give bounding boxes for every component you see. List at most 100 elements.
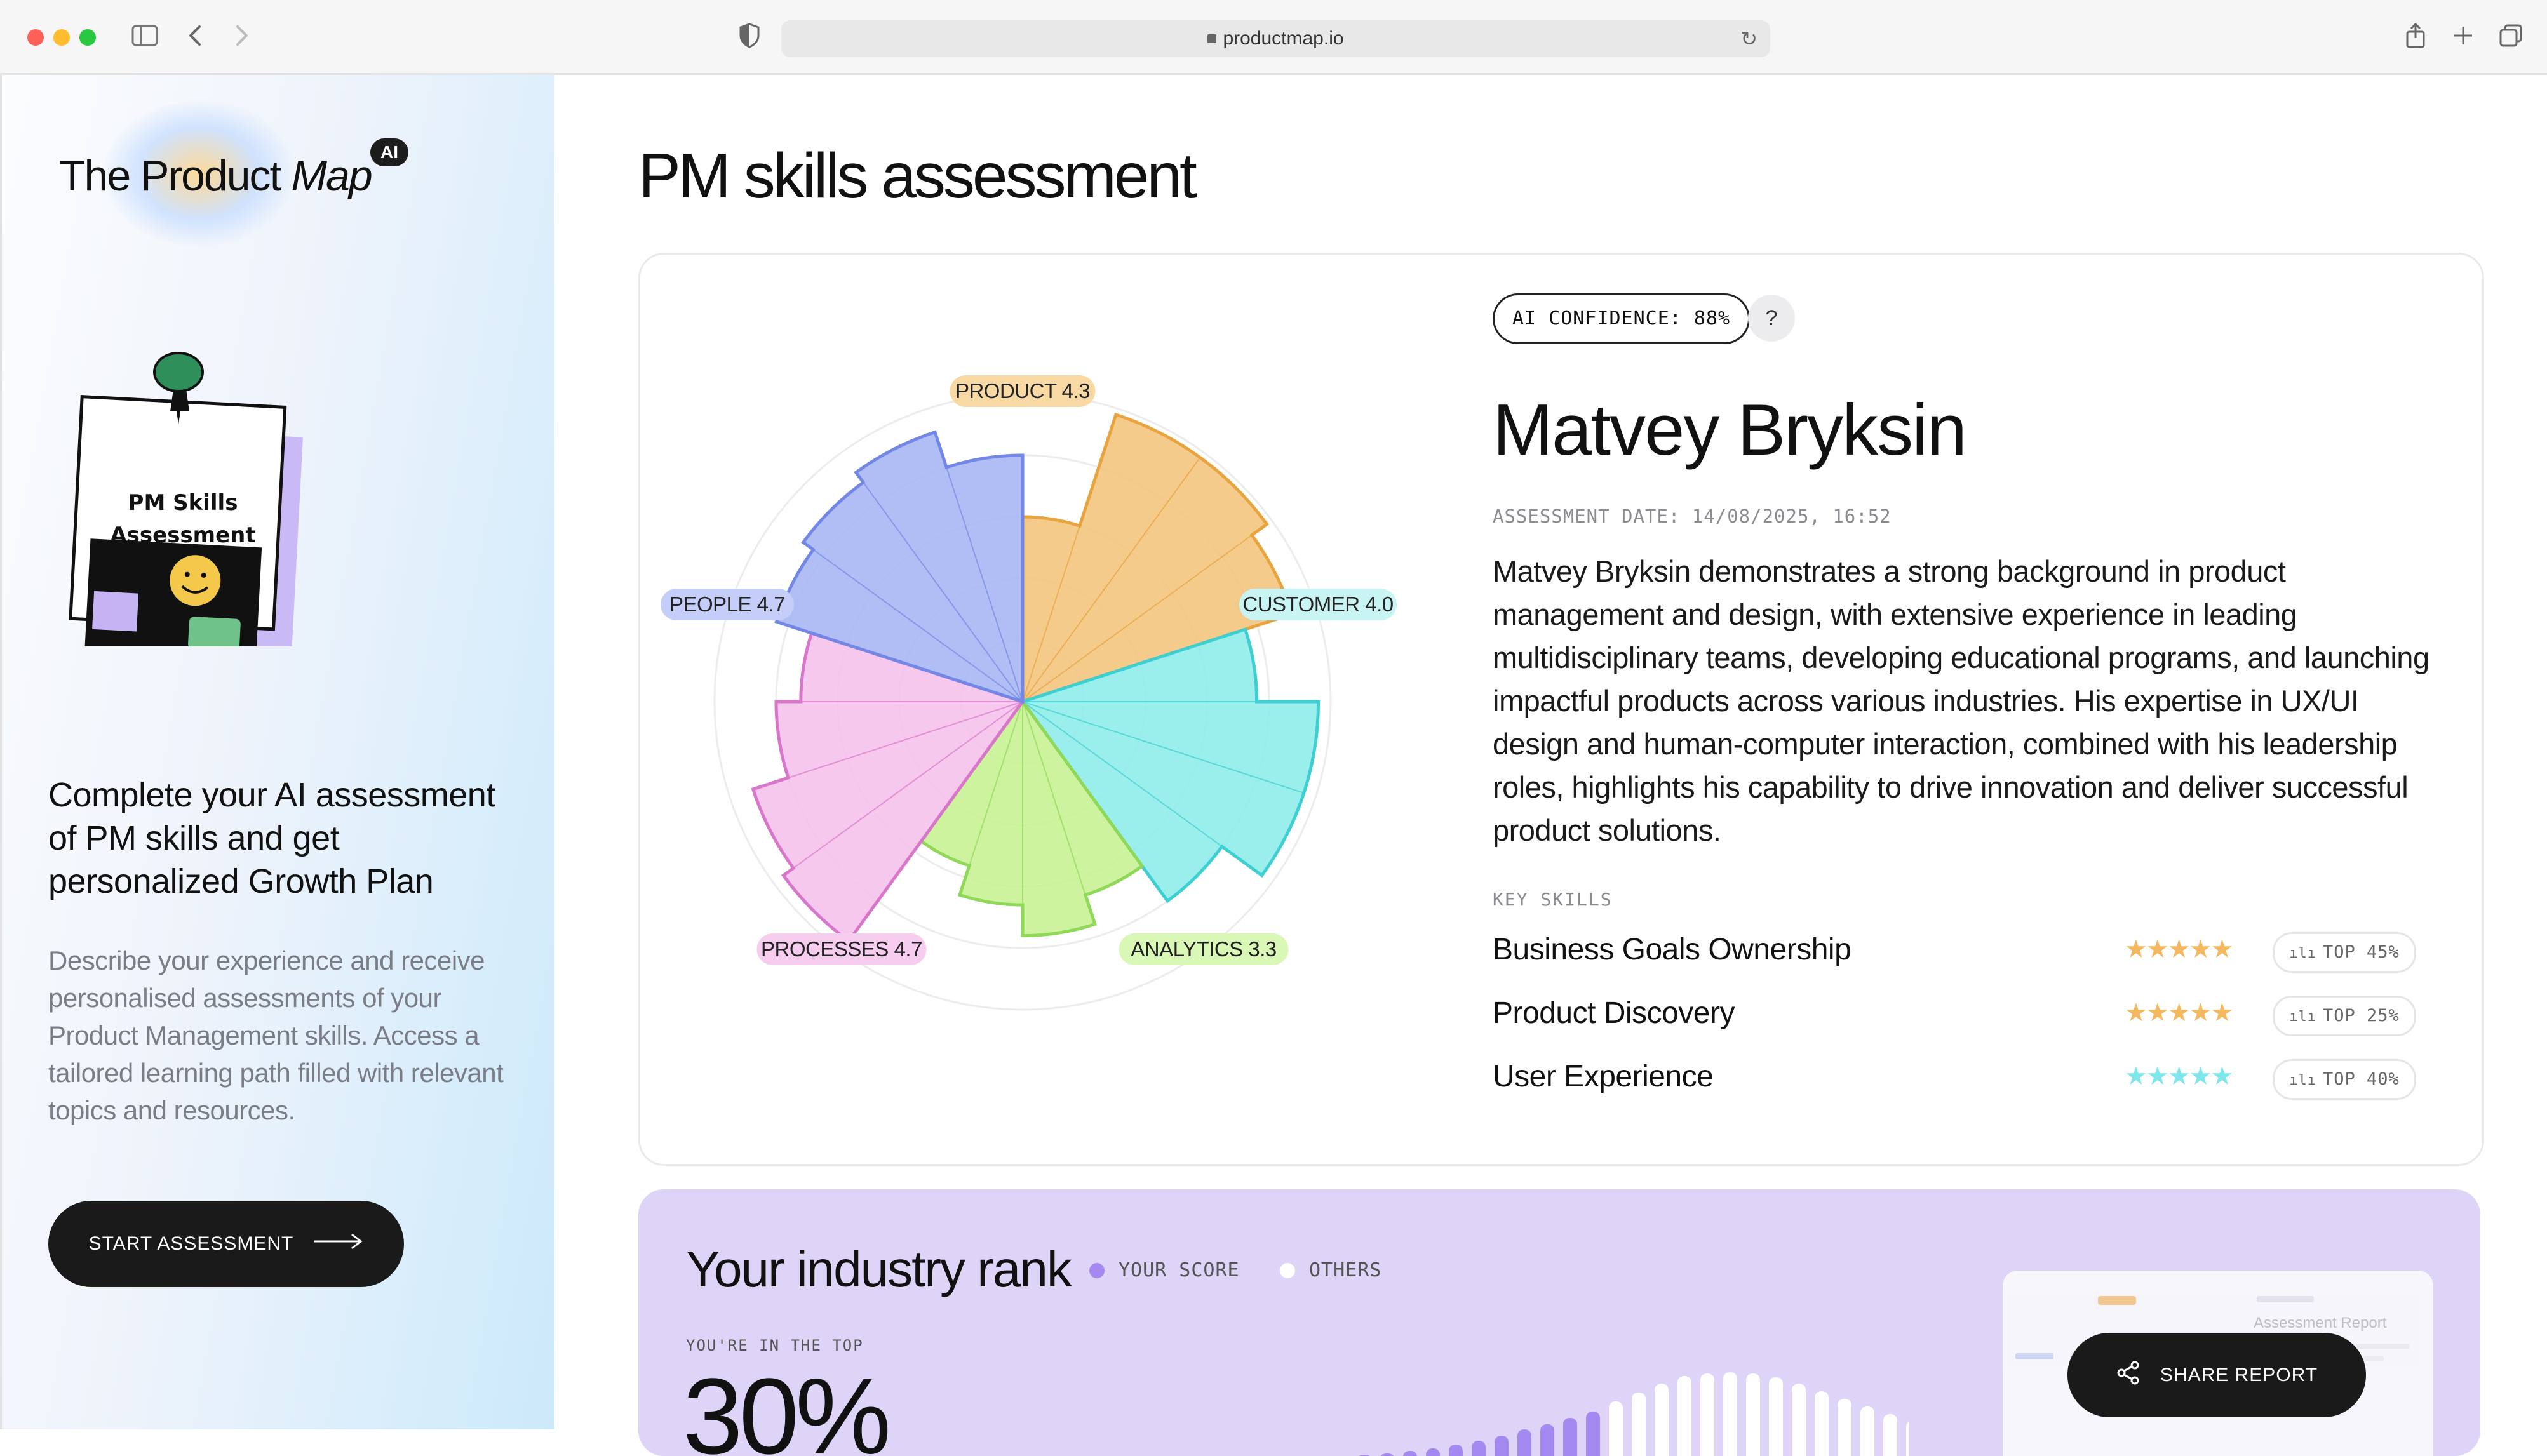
arrow-right-icon (312, 1232, 363, 1256)
rank-top-percent: 30% (683, 1356, 891, 1456)
ai-confidence-badge: AI CONFIDENCE: 88% (1493, 293, 1751, 344)
top-percent-label: TOP 25% (2322, 1006, 2400, 1025)
star-rating: ★★★★★ (2125, 999, 2233, 1027)
sidebar-toggle-icon[interactable] (129, 22, 161, 53)
legend-others-label: OTHERS (1309, 1259, 1382, 1281)
key-skill-row: Business Goals Ownership ★★★★★ ılı TOP 45… (1493, 926, 2420, 977)
sidebar: The Product Map AI PM Skills Assessment (0, 75, 554, 1429)
legend-dot-others (1280, 1263, 1295, 1278)
rank-bar (1723, 1372, 1737, 1456)
bar-chart-icon: ılı (2289, 1072, 2316, 1088)
rank-bar (1632, 1393, 1646, 1456)
rank-bar (1609, 1401, 1623, 1456)
rank-bar (1883, 1414, 1897, 1456)
rank-bar (1815, 1391, 1829, 1456)
share-report-label: SHARE REPORT (2160, 1364, 2318, 1386)
rank-bar (1769, 1377, 1783, 1456)
browser-toolbar: productmap.io ↻ (0, 0, 2547, 75)
radar-category-label: PEOPLE 4.7 (661, 589, 794, 620)
pm-skills-illustration: PM Skills Assessment (62, 342, 316, 662)
new-tab-icon[interactable] (2447, 22, 2479, 53)
close-window-button[interactable] (27, 29, 44, 46)
rank-bar (1449, 1445, 1463, 1456)
minimize-window-button[interactable] (53, 29, 70, 46)
legend-dot-your-score (1089, 1263, 1105, 1278)
rank-bar (1586, 1412, 1600, 1456)
bar-chart-icon: ılı (2289, 945, 2316, 961)
key-skill-row: User Experience ★★★★★ ılı TOP 40% (1493, 1053, 2420, 1104)
radar-label-text: PROCESSES 4.7 (761, 937, 922, 961)
radar-category-label: ANALYTICS 3.3 (1119, 933, 1289, 965)
person-name: Matvey Bryksin (1493, 390, 1967, 471)
top-percent-pill[interactable]: ılı TOP 25% (2273, 996, 2416, 1036)
key-skill-name: User Experience (1493, 1060, 1714, 1093)
rank-bar (1792, 1384, 1806, 1456)
rank-bar (1838, 1399, 1851, 1456)
assessment-summary: Matvey Bryksin demonstrates a strong bac… (1493, 554, 2429, 847)
radar-category-label: PROCESSES 4.7 (756, 933, 927, 965)
rank-bar (1426, 1448, 1440, 1456)
legend-your-score-label: YOUR SCORE (1119, 1259, 1240, 1281)
illustration-title-line1: PM Skills (128, 490, 238, 516)
radar-label-text: PEOPLE 4.7 (669, 592, 785, 616)
mini-report-title: Assessment Report (2254, 1314, 2387, 1332)
key-skill-row: Product Discovery ★★★★★ ılı TOP 25% (1493, 989, 2420, 1040)
key-skill-name: Product Discovery (1493, 996, 1735, 1030)
rank-bar (1403, 1451, 1417, 1456)
rank-bar (1860, 1406, 1874, 1456)
rank-bar (1380, 1453, 1394, 1456)
share-nodes-icon (2116, 1360, 2141, 1391)
rank-bar (1906, 1422, 1909, 1456)
star-rating: ★★★★★ (2125, 1062, 2233, 1090)
rank-bar (1495, 1436, 1509, 1456)
logo[interactable]: The Product Map (59, 151, 373, 201)
industry-rank-title: Your industry rank (686, 1241, 1072, 1297)
help-button[interactable]: ? (1748, 295, 1795, 342)
bar-chart-icon: ılı (2289, 1009, 2316, 1025)
radar-label-text: CUSTOMER 4.0 (1242, 592, 1393, 616)
share-report-button[interactable]: SHARE REPORT (2067, 1333, 2366, 1417)
rank-bar (1677, 1376, 1691, 1456)
lock-icon (1207, 34, 1217, 43)
page-title: PM skills assessment (638, 140, 1197, 211)
tab-overview-icon[interactable] (2495, 22, 2527, 53)
rank-distribution-bars (1359, 1372, 1909, 1456)
rank-bar (1700, 1373, 1714, 1456)
sidebar-headline: Complete your AI assessment of PM skills… (48, 776, 495, 900)
share-icon[interactable] (2400, 22, 2431, 53)
star-rating: ★★★★★ (2125, 935, 2233, 963)
key-skill-name: Business Goals Ownership (1493, 933, 1851, 966)
rank-bar (1746, 1373, 1760, 1456)
legend-your-score: YOUR SCORE (1089, 1259, 1240, 1281)
rank-bar (1517, 1429, 1531, 1456)
logo-map: Map (291, 152, 372, 200)
legend-others: OTHERS (1280, 1259, 1381, 1281)
reload-icon[interactable]: ↻ (1740, 27, 1757, 51)
logo-product: Product (140, 152, 281, 200)
key-skills-label: KEY SKILLS (1493, 889, 1613, 910)
radar-svg: PRODUCT 4.3 CUSTOMER 4.0 ANALYTICS 3.3 PROC… (661, 375, 1397, 1011)
zoom-window-button[interactable] (79, 29, 96, 46)
top-percent-pill[interactable]: ılı TOP 40% (2273, 1059, 2416, 1100)
radar-label-text: PRODUCT 4.3 (955, 379, 1090, 403)
logo-the: The (59, 152, 131, 200)
sidebar-description: Describe your experience and receive per… (48, 945, 504, 1125)
url-text: productmap.io (1223, 28, 1344, 49)
top-percent-label: TOP 45% (2322, 942, 2400, 962)
top-percent-label: TOP 40% (2322, 1069, 2400, 1089)
radar-category-label: CUSTOMER 4.0 (1239, 589, 1397, 620)
rank-bar (1655, 1384, 1669, 1456)
forward-icon[interactable] (225, 22, 257, 53)
radar-category-label: PRODUCT 4.3 (950, 375, 1096, 407)
rank-bar (1563, 1418, 1577, 1456)
top-label: YOU'RE IN THE TOP (686, 1337, 864, 1354)
back-icon[interactable] (180, 22, 212, 53)
assessment-date: ASSESSMENT DATE: 14/08/2025, 16:52 (1493, 505, 1892, 527)
rank-bar (1472, 1441, 1486, 1456)
top-percent-pill[interactable]: ılı TOP 45% (2273, 932, 2416, 973)
start-assessment-button[interactable]: START ASSESSMENT (48, 1201, 404, 1287)
address-bar[interactable]: productmap.io ↻ (781, 20, 1770, 57)
privacy-shield-icon[interactable] (734, 22, 765, 53)
ai-badge: AI (370, 138, 408, 166)
skills-radar-chart: PRODUCT 4.3 CUSTOMER 4.0 ANALYTICS 3.3 PROC… (657, 356, 1420, 1041)
